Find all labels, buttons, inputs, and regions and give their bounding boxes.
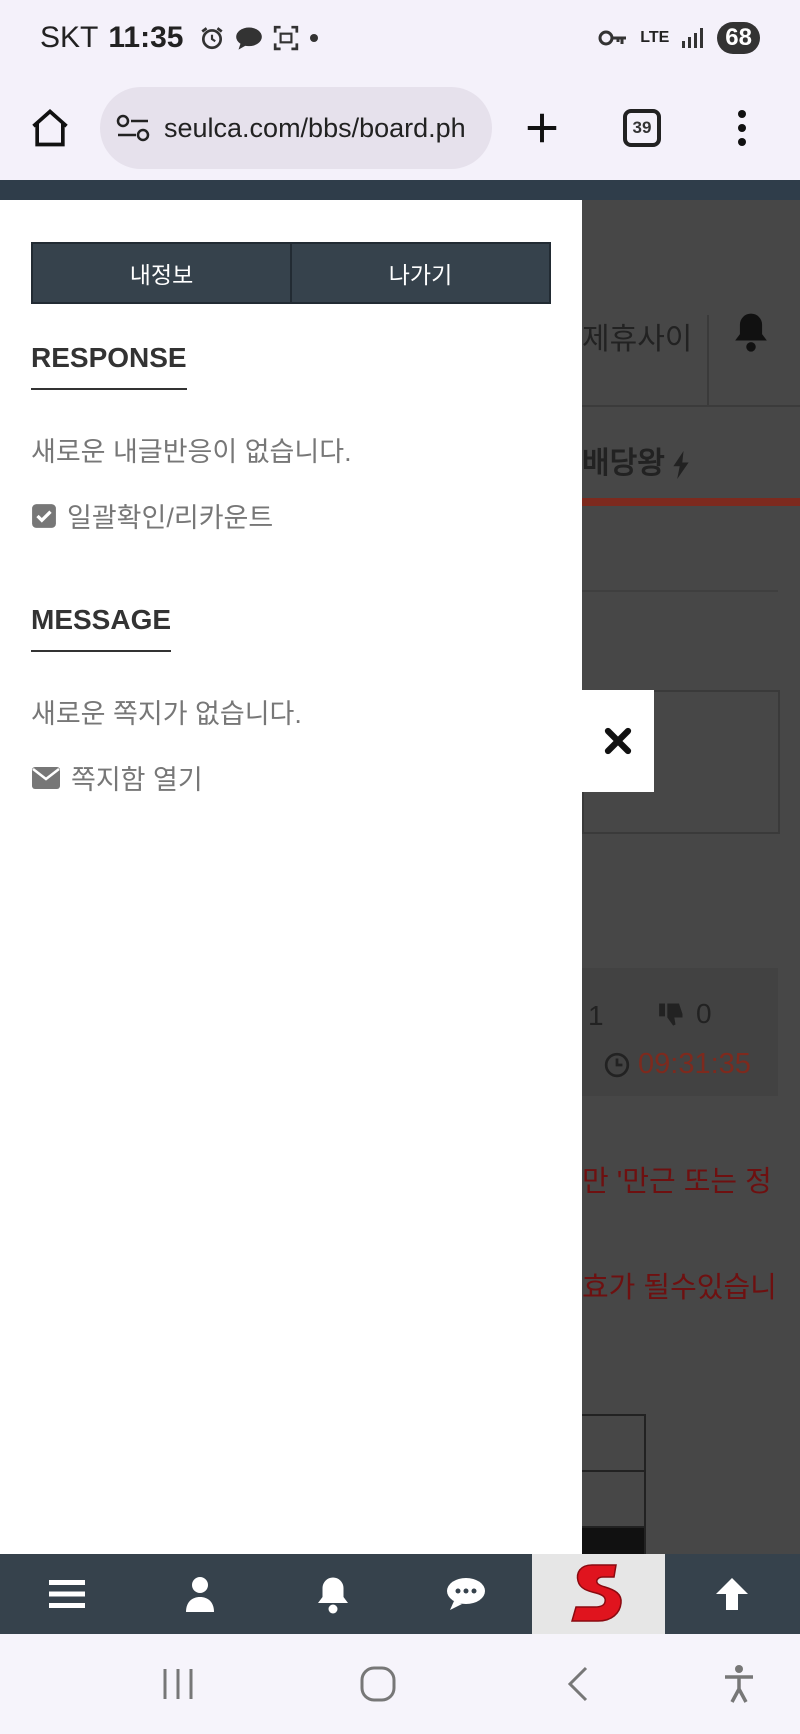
dislike-count: 0 [696,998,712,1029]
user-icon [185,1577,214,1612]
message-title: MESSAGE [31,604,172,652]
tab-switcher-button[interactable]: 39 [592,109,692,147]
chat-button[interactable] [399,1554,532,1634]
open-inbox-link[interactable]: 쪽지함 열기 [31,758,203,797]
screenshot-icon [274,25,299,51]
my-info-button[interactable]: 내정보 [33,244,290,302]
bulk-confirm-link[interactable]: 일괄확인/리카운트 [31,496,273,535]
close-panel-button[interactable] [582,690,654,792]
notification-icons [199,25,319,51]
post-time-value: 09:31:35 [638,1048,751,1080]
post-time: 09:31:35 [604,1048,751,1081]
vpn-key-icon [598,30,627,46]
bg-notice-line-2: 효가 될수있습니 [582,1272,777,1304]
menu-button[interactable] [0,1554,133,1634]
browser-toolbar: seulca.com/bbs/board.ph 39 [0,76,800,180]
bolt-icon [673,451,689,480]
dislike-group: 0 [658,998,712,1030]
bg-table-row [582,1472,644,1528]
home-circle-icon [360,1666,396,1702]
bulk-confirm-label: 일괄확인/리카운트 [67,503,274,533]
accessibility-button[interactable] [678,1664,800,1704]
home-icon [32,109,68,147]
notification-button[interactable] [266,1554,399,1634]
dot-icon [310,34,319,42]
more-vert-icon [738,110,746,146]
bg-table-row [582,1416,644,1472]
scroll-top-button[interactable] [665,1554,798,1634]
chat-icon [446,1578,485,1610]
like-count: 1 [588,1000,604,1031]
site-logo-button[interactable] [532,1554,665,1634]
bell-icon [317,1577,348,1614]
recents-icon [163,1669,193,1699]
open-inbox-label: 쪽지함 열기 [71,765,203,795]
panel-top-strip [0,180,582,200]
bg-nav-divider [582,405,800,407]
bg-nav-dividend: 배당왕 [582,438,689,482]
signal-icon [682,28,704,48]
new-tab-button[interactable] [492,109,592,147]
site-settings-icon [116,114,150,142]
arrow-up-icon [715,1578,748,1610]
clock-icon [604,1052,630,1077]
status-bar: SKT 11:35 LTE 68 [0,0,800,76]
battery-level: 68 [717,22,760,54]
tab-count: 39 [623,109,661,147]
bg-nav-partners: 제휴사이 [582,323,693,356]
message-empty-text: 새로운 쪽지가 없습니다. [31,699,302,729]
clock: 11:35 [108,21,184,54]
network-type: LTE [640,29,670,46]
user-button[interactable] [133,1554,266,1634]
bg-divider-line [582,590,778,592]
bg-divider [707,315,709,405]
bg-table-row-dark [582,1528,644,1554]
alarm-icon [201,27,223,50]
response-title: RESPONSE [31,342,187,390]
panel-tabs: 내정보 나가기 [31,242,551,304]
site-bottom-nav [0,1554,800,1634]
recents-button[interactable] [78,1667,278,1701]
bell-icon [732,310,770,357]
browser-menu-button[interactable] [692,109,792,147]
menu-icon [48,1580,85,1608]
home-nav-button[interactable] [278,1665,478,1703]
close-icon [604,727,632,755]
bg-table [582,1414,646,1554]
bg-accent-line [582,498,800,506]
home-button[interactable] [0,76,100,180]
envelope-icon [32,766,60,789]
bg-notice-line-1: 만 '만근 또는 정 [582,1166,772,1198]
back-button[interactable] [478,1665,678,1703]
chat-bubble-icon [236,27,263,50]
side-panel: 내정보 나가기 RESPONSE 새로운 내글반응이 없습니다. 일괄확인/리카… [0,180,582,1554]
back-icon [567,1666,588,1702]
logout-button[interactable]: 나가기 [290,244,549,302]
accessibility-icon [725,1665,753,1703]
thumbs-down-icon [659,1003,683,1026]
plus-icon [527,113,557,143]
site-logo [570,1564,622,1622]
checkbox-checked-icon [32,503,56,528]
response-empty-text: 새로운 내글반응이 없습니다. [31,437,352,467]
system-nav-bar [0,1634,800,1734]
address-bar[interactable]: seulca.com/bbs/board.ph [100,87,492,169]
bg-nav-dividend-label: 배당왕 [582,447,665,480]
carrier-label: SKT [40,21,99,54]
url-text: seulca.com/bbs/board.ph [164,112,466,143]
